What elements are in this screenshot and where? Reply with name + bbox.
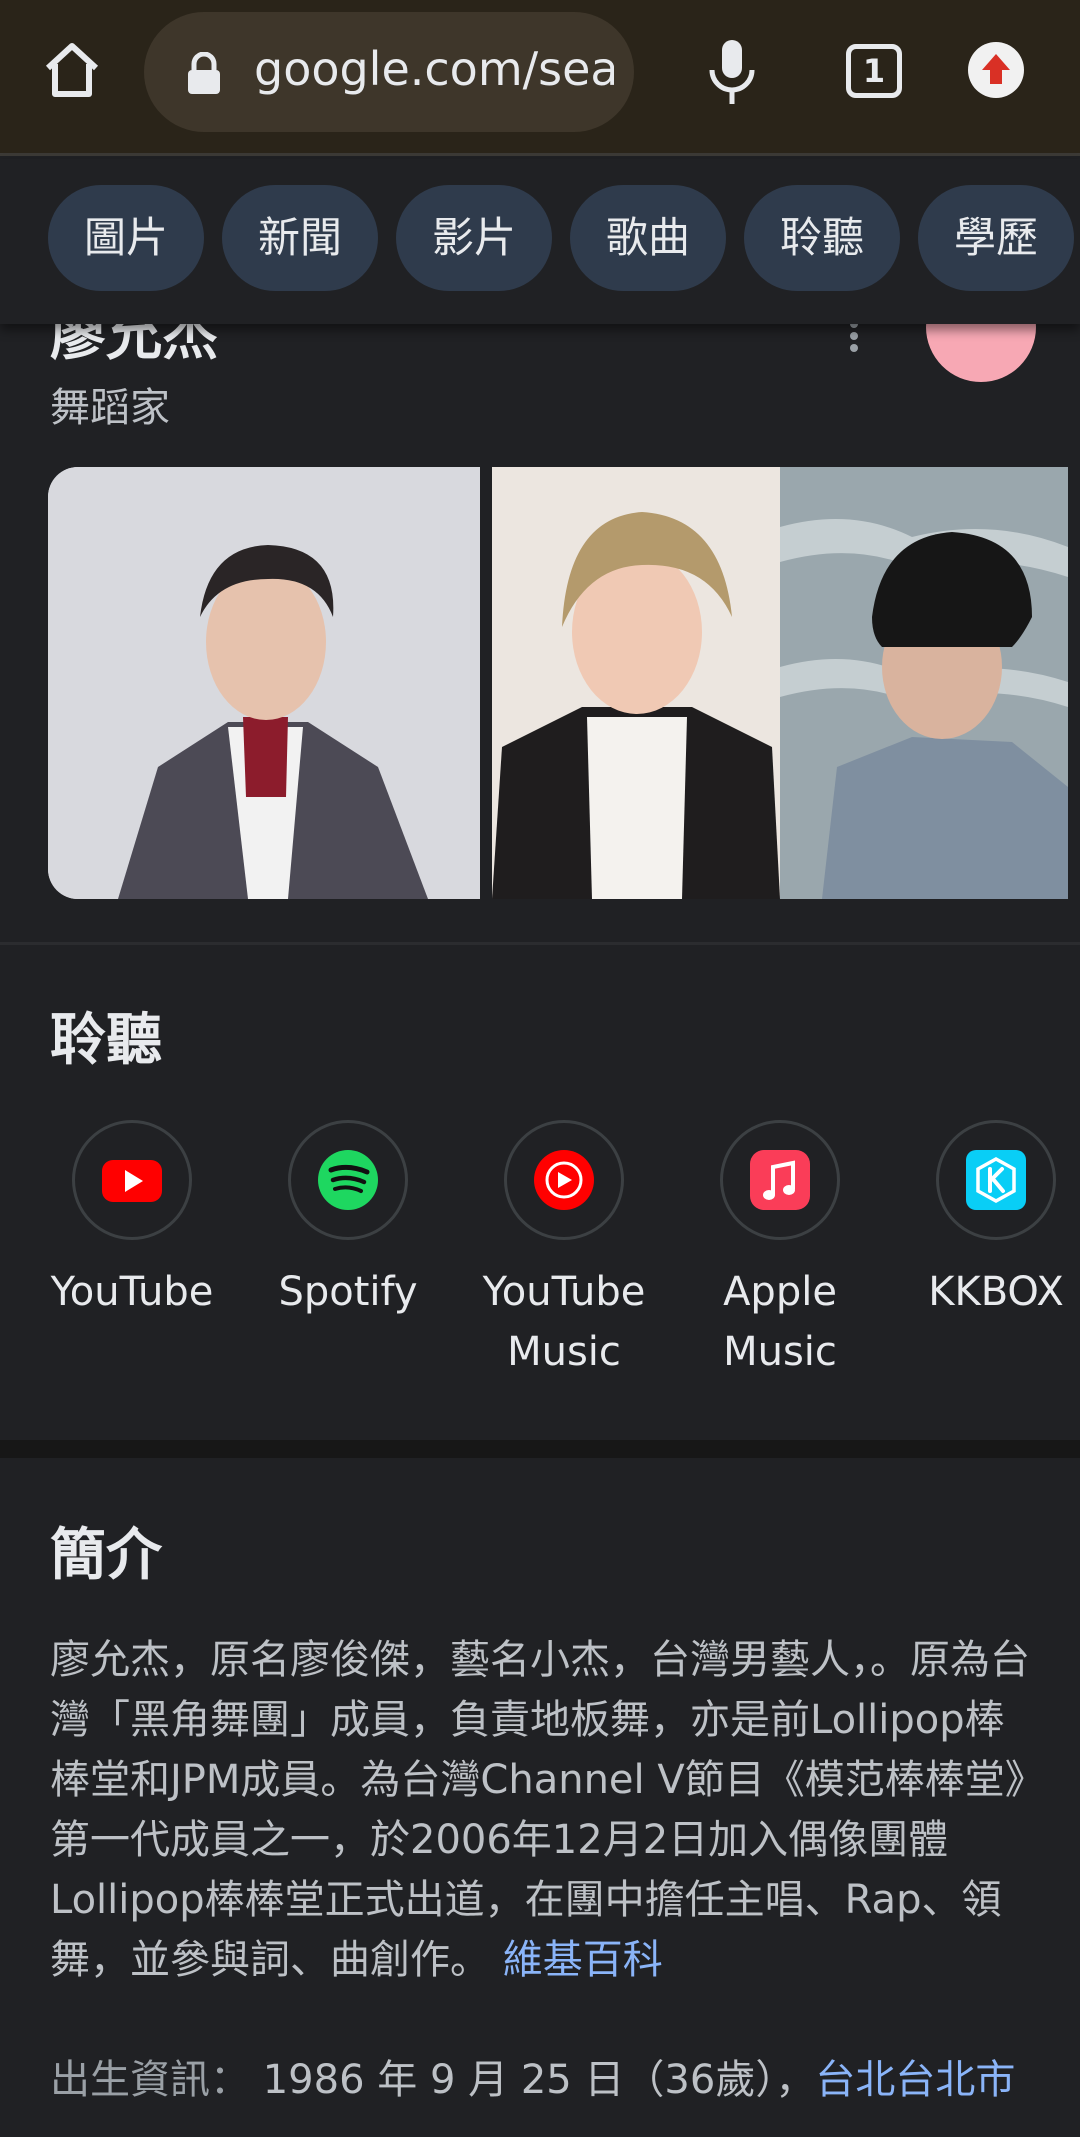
section-divider [0,942,1080,945]
service-label: KKBOX [928,1269,1064,1315]
service-label: YouTube Music [482,1269,646,1375]
birth-label: 出生資訊： [50,2057,250,2103]
about-description: 廖允杰，原名廖俊傑，藝名小杰，台灣男藝人，。原為台灣「黑角舞團」成員，負責地板舞… [50,1630,1040,1990]
tab-switcher-icon[interactable]: 1 [846,44,902,98]
chip-songs[interactable]: 歌曲 [570,185,726,291]
image-thumbnail-2[interactable] [492,467,1068,899]
search-chip-bar: 圖片 新聞 影片 歌曲 聆聽 學歷 [0,159,1080,324]
spotify-icon [288,1120,408,1240]
listen-section-title: 聆聽 [50,1008,162,1073]
about-text: 廖允杰，原名廖俊傑，藝名小杰，台灣男藝人，。原為台灣「黑角舞團」成員，負責地板舞… [50,1637,1030,1983]
wikipedia-link[interactable]: 維基百科 [503,1937,663,1983]
apple-music-icon [720,1120,840,1240]
birthplace-link[interactable]: 台北台北市 [815,2057,1015,2103]
youtube-icon [72,1120,192,1240]
about-section-title: 簡介 [50,1523,162,1588]
home-icon[interactable] [40,38,104,102]
section-divider [0,1440,1080,1458]
image-thumbnail-1[interactable] [48,467,480,899]
service-apple-music[interactable]: Apple Music [685,1120,875,1382]
service-label: Spotify [278,1269,418,1315]
service-spotify[interactable]: Spotify [253,1120,443,1322]
service-label: YouTube [50,1269,214,1315]
url-bar[interactable]: google.com/sear [144,12,634,132]
kkbox-icon [936,1120,1056,1240]
lock-icon [186,51,222,96]
mic-icon[interactable] [700,36,764,108]
update-icon[interactable] [968,42,1024,98]
chip-videos[interactable]: 影片 [396,185,552,291]
birth-value: 1986 年 9 月 25 日（36歲）， [262,2057,816,2103]
service-label: Apple Music [723,1269,837,1375]
service-youtube-music[interactable]: YouTube Music [469,1120,659,1382]
service-kkbox[interactable]: KKBOX [901,1120,1080,1322]
chip-news[interactable]: 新聞 [222,185,378,291]
birth-info: 出生資訊： 1986 年 9 月 25 日（36歲），台北台北市 [50,2050,1040,2110]
url-text: google.com/sear [254,42,614,96]
youtube-music-icon [504,1120,624,1240]
entity-subtitle: 舞蹈家 [50,385,170,431]
chip-listen[interactable]: 聆聽 [744,185,900,291]
chip-education[interactable]: 學歷 [918,185,1074,291]
chip-images[interactable]: 圖片 [48,185,204,291]
service-youtube[interactable]: YouTube [37,1120,227,1322]
browser-toolbar: google.com/sear 1 [0,0,1080,156]
